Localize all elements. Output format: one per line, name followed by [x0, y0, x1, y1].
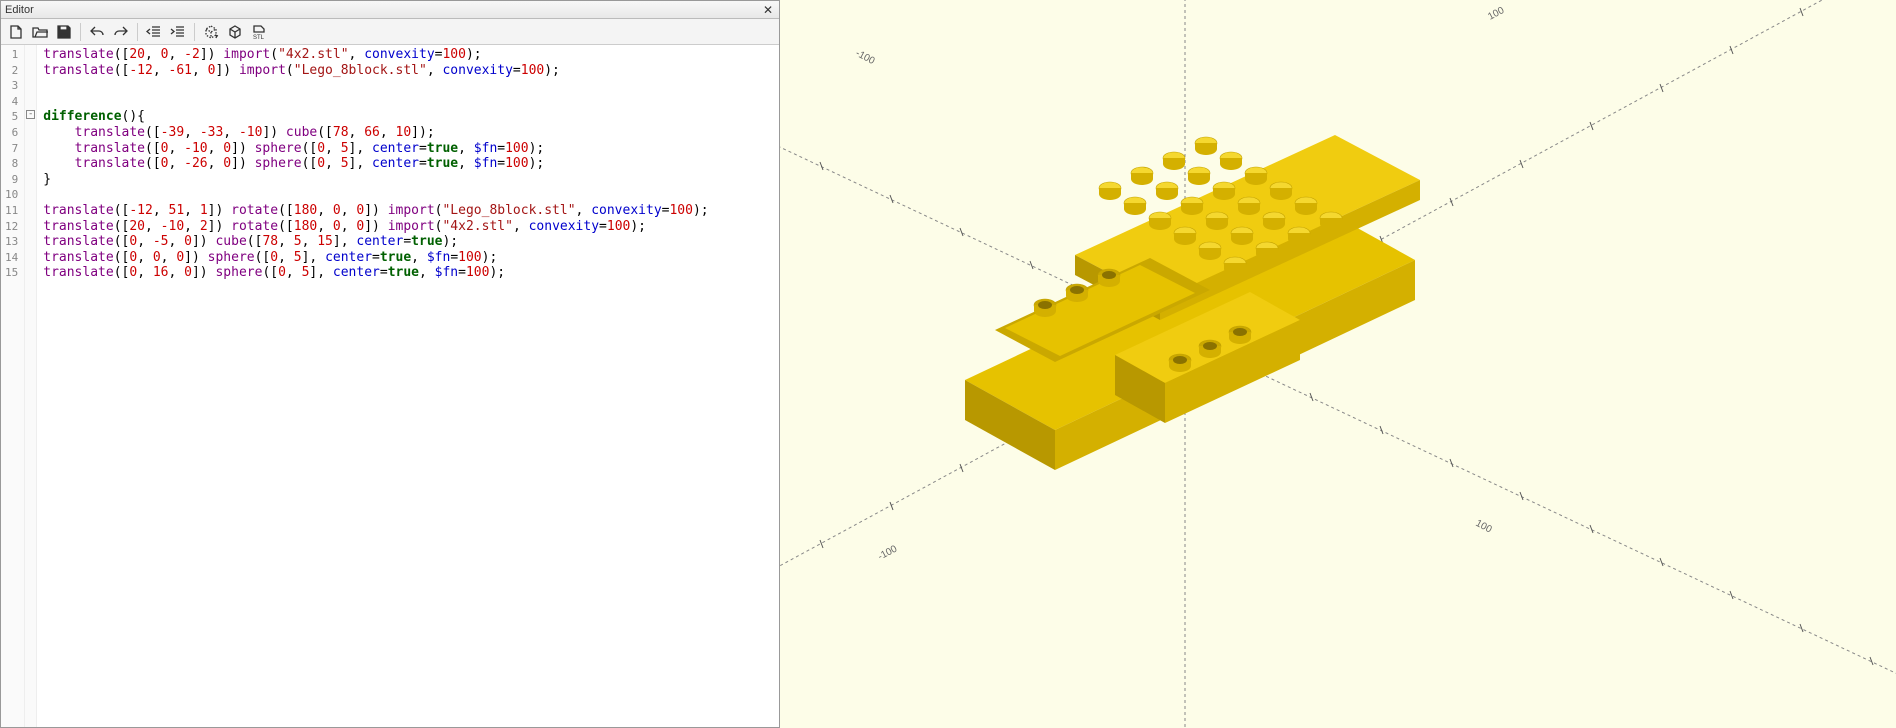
render-button[interactable] [224, 21, 246, 43]
editor-titlebar[interactable]: Editor ✕ [1, 1, 779, 19]
unindent-button[interactable] [143, 21, 165, 43]
editor-panel: Editor ✕ STL 123456789101112131415 - tra… [0, 0, 780, 728]
preview-button[interactable] [200, 21, 222, 43]
save-button[interactable] [53, 21, 75, 43]
3d-viewport[interactable]: -100 100 -100 100 [780, 0, 1896, 728]
editor-title: Editor [5, 4, 34, 16]
svg-text:STL: STL [253, 35, 265, 40]
export-stl-button[interactable]: STL [248, 21, 270, 43]
redo-button[interactable] [110, 21, 132, 43]
undo-button[interactable] [86, 21, 108, 43]
line-number-gutter: 123456789101112131415 [1, 45, 25, 727]
code-editor[interactable]: 123456789101112131415 - translate([20, 0… [1, 45, 779, 727]
editor-toolbar: STL [1, 19, 779, 45]
open-button[interactable] [29, 21, 51, 43]
axis-orientation-widget[interactable]: z y x [850, 0, 1896, 558]
fold-gutter[interactable]: - [25, 45, 37, 727]
indent-button[interactable] [167, 21, 189, 43]
close-icon[interactable]: ✕ [761, 3, 775, 17]
new-button[interactable] [5, 21, 27, 43]
code-content[interactable]: translate([20, 0, -2]) import("4x2.stl",… [37, 45, 714, 727]
